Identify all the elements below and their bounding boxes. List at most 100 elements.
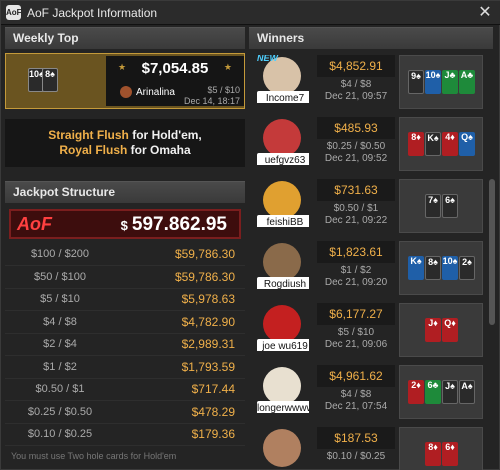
jackpot-amount: $179.36	[191, 427, 235, 441]
jackpot-amount: $59,786.30	[174, 269, 235, 284]
weekly-top-info: ★ $7,054.85 ★ Arinalina $5 / $10 Dec 14,…	[106, 56, 244, 106]
jackpot-structure-header: Jackpot Structure	[5, 181, 245, 203]
playing-card: 8♠	[425, 256, 441, 280]
avatar: feishiBB	[257, 179, 309, 227]
jackpot-amount: $717.44	[191, 382, 235, 396]
avatar-image	[263, 429, 301, 467]
winning-hand: 2♦ 6♣ J♠ A♠	[399, 365, 483, 419]
playing-card: J♣	[442, 70, 458, 94]
avatar	[257, 427, 309, 470]
jackpot-stake: $4 / $8	[43, 315, 77, 328]
playing-card: 8♦	[425, 442, 441, 466]
avatar: joe wu619	[257, 303, 309, 351]
jackpot-amount: $2,989.31	[181, 337, 235, 351]
avatar-image	[263, 181, 301, 219]
avatar-image	[263, 305, 301, 343]
winner-date: Dec 21, 09:22	[324, 215, 388, 226]
winner-name: feishiBB	[257, 215, 309, 227]
jackpot-stake: $0.10 / $0.25	[27, 428, 93, 440]
playing-card: A♠	[459, 380, 475, 404]
jackpot-stake: $0.25 / $0.50	[27, 405, 93, 418]
list-item[interactable]: uefgvz63 $485.93 $0.25 / $0.50 Dec 21, 09:5…	[251, 117, 487, 177]
winner-date: Dec 21, 09:57	[324, 91, 388, 102]
jackpot-total-amount: $597.862.95	[121, 214, 227, 236]
jackpot-stake: $2 / $4	[43, 338, 77, 350]
jackpot-footnote: You must use Two hole cards for Hold'em	[11, 451, 177, 461]
jackpot-total-value: 597.862.95	[131, 214, 227, 235]
table-row: $0.50 / $1 $717.44	[5, 379, 245, 401]
avatar-image	[263, 243, 301, 281]
jackpot-amount: $5,978.63	[181, 292, 235, 306]
table-row: $0.10 / $0.25 $179.36	[5, 424, 245, 446]
winning-hand: 9♠ 10♠ J♣ A♣	[399, 55, 483, 109]
winners-header: Winners	[249, 27, 493, 49]
avatar	[120, 86, 132, 98]
weekly-top-stake: $5 / $10	[207, 85, 240, 95]
jackpot-amount: $1,793.59	[181, 359, 235, 374]
playing-card: J♦	[425, 318, 441, 342]
playing-card: 6♦	[442, 442, 458, 466]
playing-card: 10♠	[425, 70, 441, 94]
jackpot-stake: $5 / $10	[40, 293, 80, 305]
table-row: $4 / $8 $4,782.90	[5, 312, 245, 334]
playing-card: K♠	[425, 132, 441, 156]
winning-hand: 8♦ K♠ 4♦ Q♠	[399, 117, 483, 171]
table-row: $2 / $4 $2,989.31	[5, 334, 245, 356]
winner-name: uefgvz63	[257, 153, 309, 165]
winning-hand: J♦ Q♦	[399, 303, 483, 357]
winner-stake: $4 / $8	[340, 389, 372, 400]
list-item[interactable]: Income7 NEW $4,852.91 $4 / $8 Dec 21, 09:57 9…	[251, 55, 487, 115]
list-item[interactable]: feishiBB $731.63 $0.50 / $1 Dec 21, 09:22 7♠…	[251, 179, 487, 239]
weekly-card-2: 8♠	[42, 68, 58, 92]
playing-card: Q♠	[459, 132, 475, 156]
table-row: $100 / $200 $59,786.30	[5, 244, 245, 266]
list-item[interactable]: joe wu619 $6,177.27 $5 / $10 Dec 21, 09:06 J…	[251, 303, 487, 363]
jackpot-info-window: AoF AoF Jackpot Information ✕ Weekly Top…	[0, 0, 500, 470]
playing-card: 9♠	[408, 70, 424, 94]
table-row: $0.25 / $0.50 $478.29	[5, 402, 245, 424]
winner-amount: $4,961.62	[317, 365, 395, 387]
playing-card: 2♠	[459, 256, 475, 280]
avatar: Income7 NEW	[257, 55, 309, 103]
winners-scrollbar[interactable]	[489, 179, 495, 325]
list-item[interactable]: Rogdiush $1,823.61 $1 / $2 Dec 21, 09:20 K♠ 8…	[251, 241, 487, 301]
rule-hand-omaha: Royal Flush	[59, 143, 128, 157]
winner-stake: $5 / $10	[337, 327, 375, 338]
winner-name: Rogdiush	[257, 277, 309, 289]
winning-hand: 7♠ 6♠	[399, 179, 483, 233]
winner-name: longerwwww	[257, 401, 309, 413]
winner-info: $1,823.61 $1 / $2 Dec 21, 09:20	[317, 241, 395, 297]
rule-game-holdem: for Hold'em,	[132, 128, 202, 142]
jackpot-amount: $4,782.90	[181, 314, 235, 329]
playing-card: 8♦	[408, 132, 424, 156]
table-row: $1 / $2 $1,793.59	[5, 357, 245, 379]
winner-info: $4,961.62 $4 / $8 Dec 21, 07:54	[317, 365, 395, 421]
jackpot-total-banner: AoF $597.862.95	[9, 209, 241, 239]
jackpot-amount: $478.29	[191, 404, 235, 419]
weekly-top-hand: 10♠ 8♠	[28, 68, 60, 98]
winner-amount: $485.93	[317, 117, 395, 139]
rule-hand-holdem: Straight Flush	[48, 128, 129, 142]
table-row: $50 / $100 $59,786.30	[5, 267, 245, 289]
winner-name: Income7	[257, 91, 309, 103]
table-row: $5 / $10 $5,978.63	[5, 289, 245, 311]
jackpot-stake: $100 / $200	[30, 248, 90, 260]
winning-hand: K♠ 8♠ 10♠ 2♠	[399, 241, 483, 295]
avatar-image	[263, 119, 301, 157]
jackpot-amount: $59,786.30	[174, 247, 235, 261]
list-item[interactable]: $187.53 $0.10 / $0.25 8♦ 6♦	[251, 427, 487, 470]
winner-date: Dec 21, 09:20	[324, 277, 388, 288]
playing-card: 2♦	[408, 380, 424, 404]
new-badge: NEW	[257, 55, 278, 63]
rule-game-omaha: for Omaha	[130, 143, 191, 157]
winner-info: $4,852.91 $4 / $8 Dec 21, 09:57	[317, 55, 395, 111]
close-icon[interactable]: ✕	[475, 3, 495, 23]
winning-hand: 8♦ 6♦	[399, 427, 483, 470]
avatar-image	[263, 367, 301, 405]
list-item[interactable]: longerwwww $4,961.62 $4 / $8 Dec 21, 07:54 2…	[251, 365, 487, 425]
winner-amount: $4,852.91	[317, 55, 395, 77]
winner-info: $731.63 $0.50 / $1 Dec 21, 09:22	[317, 179, 395, 235]
winner-info: $6,177.27 $5 / $10 Dec 21, 09:06	[317, 303, 395, 359]
playing-card: 6♣	[425, 380, 441, 404]
winner-amount: $1,823.61	[317, 241, 395, 263]
